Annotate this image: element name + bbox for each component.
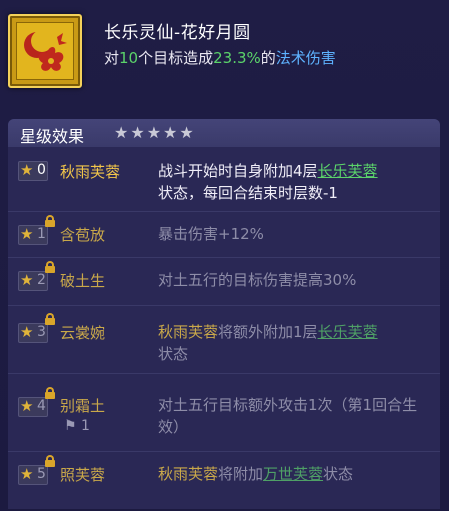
status-link[interactable]: 长乐芙蓉 <box>318 323 378 341</box>
star-effect-row-0[interactable]: ★ 0 秋雨芙蓉 战斗开始时自身附加4层长乐芙蓉状态，每回合结束时层数-1 <box>8 147 440 212</box>
effect-description: 暴击伤害+12% <box>158 225 264 243</box>
moon-flower-icon <box>24 30 67 71</box>
skill-icon-art <box>16 22 74 80</box>
level-badge: ★ 3 <box>18 323 48 343</box>
lock-icon <box>45 313 55 325</box>
star-rating: ★ ★ ★ ★ ★ <box>114 124 194 142</box>
effect-description: 秋雨芙蓉将额外附加1层长乐芙蓉状态 <box>158 321 428 365</box>
skill-icon[interactable] <box>8 14 82 88</box>
status-link[interactable]: 万世芙蓉 <box>263 465 323 483</box>
star-icon: ★ <box>130 123 145 142</box>
desc-text: 战斗开始时自身附加4层 <box>158 162 318 180</box>
effect-name: 破土生 <box>60 272 106 290</box>
skill-ref: 秋雨芙蓉 <box>158 323 219 341</box>
panel-header: 星级效果 ★ ★ ★ ★ ★ <box>8 119 440 147</box>
desc-text: 将额外附加1层 <box>218 323 318 341</box>
star-icon: ★ <box>179 123 194 142</box>
panel-title: 星级效果 <box>20 127 85 146</box>
flag-count: 1 <box>81 418 90 434</box>
star-effects-panel: 星级效果 ★ ★ ★ ★ ★ ★ 0 秋雨芙蓉 战斗开始时自身附加4层长乐芙蓉状… <box>8 119 440 509</box>
effect-name: 云裳婉 <box>60 324 106 342</box>
flag-icon: ⚑ <box>64 418 77 434</box>
desc-suffix: 的 <box>260 49 276 67</box>
star-effect-row-1[interactable]: ★ 1 含苞放 暴击伤害+12% <box>8 211 440 258</box>
skill-ref: 秋雨芙蓉 <box>158 465 219 483</box>
effect-name: 含苞放 <box>60 226 106 244</box>
level-badge: ★ 2 <box>18 271 48 291</box>
effect-description: 对土五行的目标伤害提高30% <box>158 271 357 289</box>
star-icon: ★ <box>20 271 34 289</box>
effect-description: 秋雨芙蓉将附加万世芙蓉状态 <box>158 463 428 485</box>
flag-indicator: ⚑ 1 <box>64 418 90 434</box>
effect-description: 对土五行目标额外攻击1次（第1回合生效） <box>158 396 418 436</box>
desc-text: 状态，每回合结束时层数-1 <box>158 184 338 202</box>
star-effect-row-5[interactable]: ★ 5 照芙蓉 秋雨芙蓉将附加万世芙蓉状态 <box>8 451 440 509</box>
star-icon: ★ <box>146 123 162 142</box>
damage-percent: 23.3% <box>213 49 261 67</box>
lock-icon <box>45 455 55 467</box>
lock-icon <box>45 215 55 227</box>
level-number: 3 <box>37 324 46 340</box>
skill-header: 长乐灵仙-花好月圆 对10个目标造成23.3%的法术伤害 <box>0 0 449 112</box>
target-count: 10 <box>119 49 139 67</box>
damage-type: 法术伤害 <box>275 49 336 67</box>
star-effect-row-4[interactable]: ★ 4 别霜土 ⚑ 1 对土五行目标额外攻击1次（第1回合生效） <box>8 373 440 452</box>
desc-middle: 个目标造成 <box>138 49 214 67</box>
level-number: 5 <box>37 466 46 482</box>
level-badge: ★ 5 <box>18 465 48 485</box>
desc-text: 将附加 <box>218 465 264 483</box>
level-number: 4 <box>37 398 46 414</box>
star-icon: ★ <box>163 123 178 142</box>
star-effect-row-3[interactable]: ★ 3 云裳婉 秋雨芙蓉将额外附加1层长乐芙蓉状态 <box>8 305 440 374</box>
status-link[interactable]: 长乐芙蓉 <box>318 162 378 180</box>
skill-description: 对10个目标造成23.3%的法术伤害 <box>104 47 336 68</box>
star-icon: ★ <box>20 465 34 483</box>
effect-name: 别霜土 <box>60 397 106 415</box>
effect-name: 秋雨芙蓉 <box>60 163 121 181</box>
level-number: 2 <box>37 272 46 288</box>
level-badge: ★ 0 <box>18 161 48 181</box>
level-badge: ★ 1 <box>18 225 48 245</box>
level-number: 1 <box>37 226 46 242</box>
star-icon: ★ <box>20 225 34 243</box>
level-number: 0 <box>37 162 46 178</box>
star-icon: ★ <box>20 323 34 341</box>
lock-icon <box>45 261 55 273</box>
effect-name: 照芙蓉 <box>60 466 106 484</box>
skill-name: 长乐灵仙-花好月圆 <box>104 23 251 43</box>
level-badge: ★ 4 <box>18 397 48 417</box>
lock-icon <box>45 387 55 399</box>
effect-description: 战斗开始时自身附加4层长乐芙蓉状态，每回合结束时层数-1 <box>158 160 428 204</box>
desc-text: 状态 <box>158 345 189 363</box>
star-icon: ★ <box>20 397 34 415</box>
star-icon: ★ <box>20 161 34 179</box>
star-effect-row-2[interactable]: ★ 2 破土生 对土五行的目标伤害提高30% <box>8 257 440 306</box>
desc-text: 状态 <box>323 465 354 483</box>
desc-prefix: 对 <box>104 49 120 67</box>
star-icon: ★ <box>114 123 129 142</box>
